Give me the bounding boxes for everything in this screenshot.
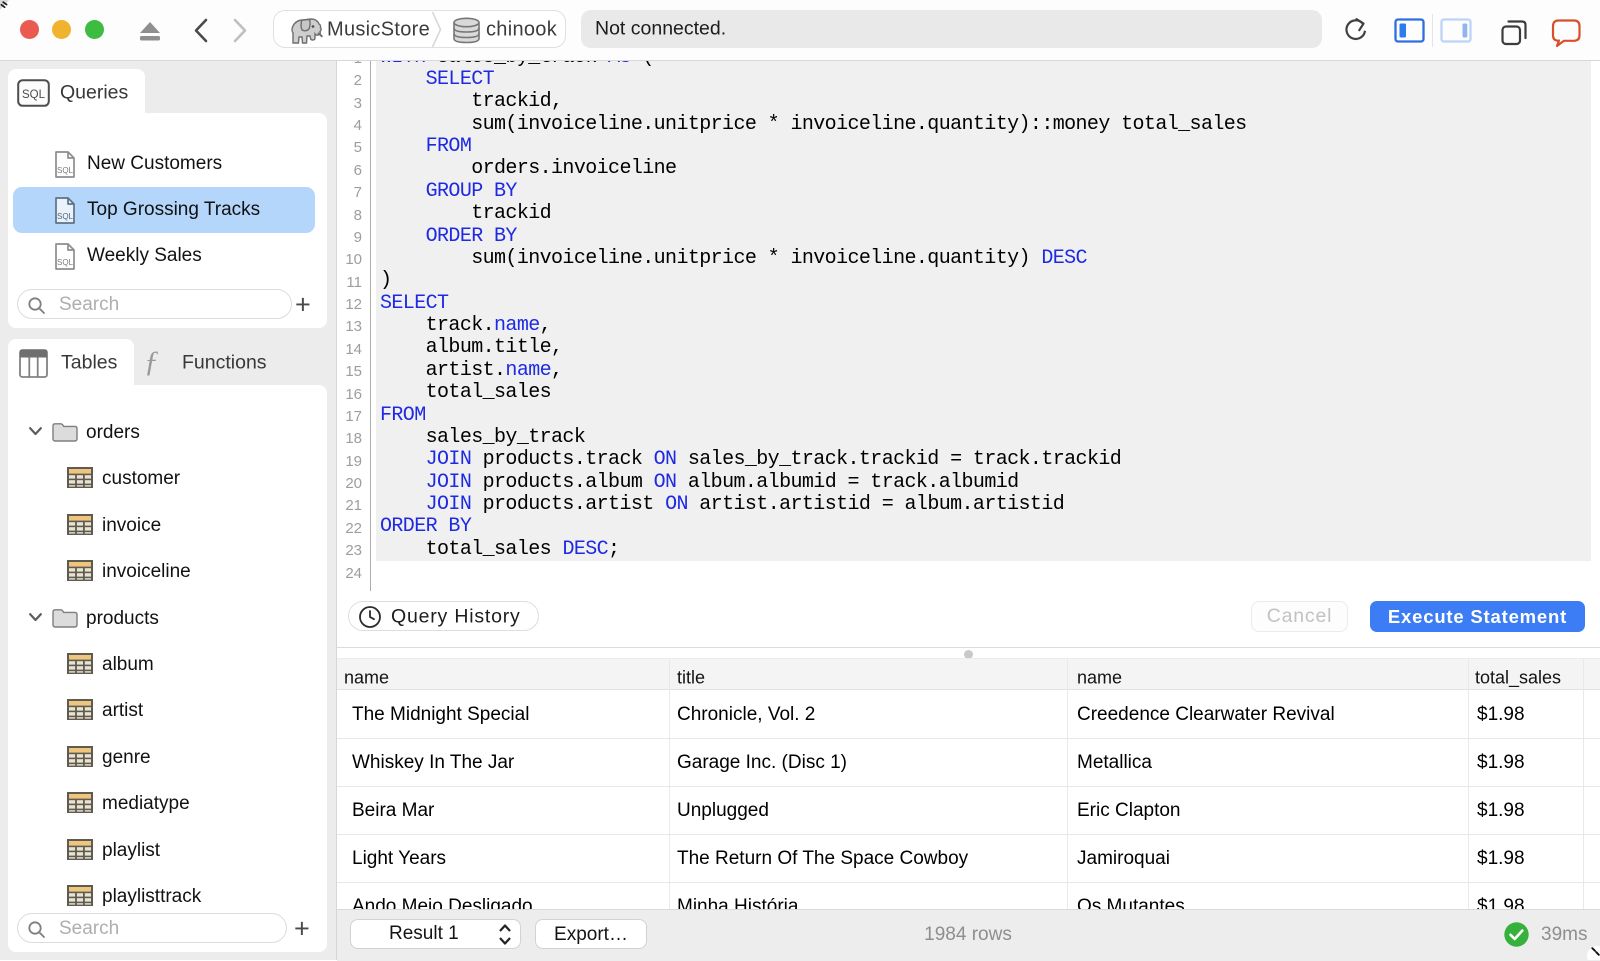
svg-text:SQL: SQL: [57, 166, 74, 175]
svg-text:SQL: SQL: [57, 258, 74, 267]
svg-text:SQL: SQL: [57, 212, 74, 221]
svg-text:SQL: SQL: [22, 89, 46, 101]
